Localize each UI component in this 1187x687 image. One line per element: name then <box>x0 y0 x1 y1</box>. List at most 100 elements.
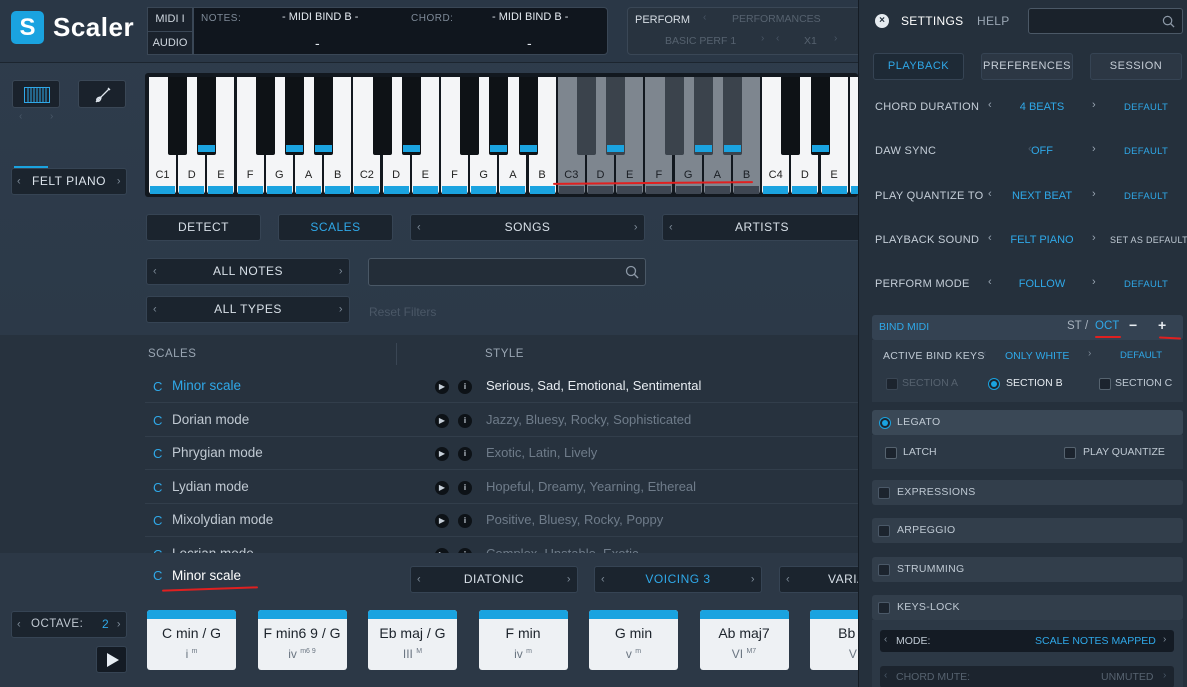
info-icon[interactable]: i <box>458 380 472 394</box>
mode-selector[interactable]: ‹ MODE: SCALE NOTES MAPPED › <box>880 630 1174 652</box>
instrument-selector[interactable]: ‹ FELT PIANO › <box>11 168 127 195</box>
black-key[interactable] <box>372 77 392 155</box>
expressions-checkbox[interactable] <box>878 487 890 499</box>
setting-next-icon[interactable]: › <box>1092 143 1096 155</box>
black-key[interactable] <box>606 77 626 155</box>
info-icon[interactable]: i <box>458 447 472 462</box>
section-c-checkbox[interactable] <box>1099 378 1111 390</box>
setting-next-icon[interactable]: › <box>1092 232 1096 244</box>
chord-pad[interactable]: Eb maj / G III M <box>368 610 457 670</box>
keys-lock-checkbox[interactable] <box>878 602 890 614</box>
latch-checkbox[interactable] <box>885 447 897 459</box>
scale-row[interactable]: C Dorian mode ▶ i Jazzy, Bluesy, Rocky, Soph… <box>145 403 858 437</box>
info-icon[interactable]: i <box>458 480 472 495</box>
black-key[interactable] <box>577 77 596 155</box>
play-scale-icon[interactable]: ▶ <box>435 380 449 394</box>
help-tab[interactable]: HELP <box>977 14 1010 28</box>
voicing-selector[interactable]: ‹ VOICING 3 › <box>594 566 762 593</box>
chord-mute-next-icon[interactable]: › <box>1163 670 1166 681</box>
notes-filter[interactable]: ‹ ALL NOTES › <box>146 258 350 285</box>
voicing-prev-icon[interactable]: ‹ <box>601 567 605 592</box>
bind-st-option[interactable]: ST <box>1067 320 1082 332</box>
basic-perf-label[interactable]: BASIC PERF 1 <box>665 35 736 47</box>
setting-default-button[interactable]: DEFAULT <box>1124 191 1168 202</box>
chord-mute-prev-icon[interactable]: ‹ <box>884 670 887 681</box>
setting-prev-icon[interactable]: ‹ <box>988 276 992 288</box>
settings-title[interactable]: SETTINGS <box>901 14 963 28</box>
arpeggio-section[interactable]: ARPEGGIO <box>872 518 1183 543</box>
setting-default-button[interactable]: DEFAULT <box>1124 146 1168 157</box>
black-key[interactable] <box>664 77 684 155</box>
keys-lock-section[interactable]: KEYS-LOCK <box>872 595 1183 620</box>
black-key[interactable] <box>489 77 509 155</box>
play-scale-icon[interactable]: ▶ <box>435 413 449 428</box>
play-button[interactable] <box>96 646 127 673</box>
tab-midi[interactable]: MIDI I <box>148 8 192 31</box>
view-prev-icon[interactable]: ‹ <box>19 111 22 122</box>
chord-pad[interactable]: Ab maj7 VI M7 <box>699 610 789 670</box>
black-key[interactable] <box>460 77 480 155</box>
setting-value[interactable]: OFF <box>997 145 1087 157</box>
black-key[interactable] <box>197 77 217 155</box>
plus-icon[interactable]: + <box>1158 317 1166 333</box>
scale-search-input[interactable] <box>375 264 615 280</box>
octave-prev-icon[interactable]: ‹ <box>17 612 21 637</box>
active-bind-default[interactable]: DEFAULT <box>1120 350 1162 361</box>
black-key[interactable] <box>810 77 830 155</box>
scale-row[interactable]: C Lydian mode ▶ i Hopeful, Dreamy, Yearning,… <box>145 470 858 504</box>
octave-selector[interactable]: ‹ OCTAVE: 2 › <box>11 611 127 638</box>
arpeggio-checkbox[interactable] <box>878 525 890 537</box>
setting-value[interactable]: 4 BEATS <box>997 101 1087 113</box>
mult-next-icon[interactable]: › <box>834 33 837 44</box>
variation-selector[interactable]: ‹ VARIA <box>779 566 858 593</box>
tab-scales[interactable]: SCALES <box>278 214 393 241</box>
notes-filter-next-icon[interactable]: › <box>339 259 343 284</box>
setting-value[interactable]: NEXT BEAT <box>997 190 1087 202</box>
setting-next-icon[interactable]: › <box>1092 99 1096 111</box>
setting-next-icon[interactable]: › <box>1092 188 1096 200</box>
bind-oct-option[interactable]: OCT <box>1095 320 1119 332</box>
types-filter-next-icon[interactable]: › <box>339 297 343 322</box>
reset-filters-link[interactable]: Reset Filters <box>369 305 436 319</box>
strumming-section[interactable]: STRUMMING <box>872 557 1183 582</box>
black-key[interactable] <box>401 77 421 155</box>
guitar-view-button[interactable] <box>78 80 126 108</box>
basic-perf-next-icon[interactable]: › <box>761 33 764 44</box>
black-key[interactable] <box>781 77 801 155</box>
setting-prev-icon[interactable]: ‹ <box>988 188 992 200</box>
variation-prev-icon[interactable]: ‹ <box>786 567 790 592</box>
minus-icon[interactable]: − <box>1129 317 1137 333</box>
setting-default-button[interactable]: DEFAULT <box>1124 279 1168 290</box>
settings-tab-preferences[interactable]: PREFERENCES <box>981 53 1073 80</box>
black-key[interactable] <box>723 77 742 155</box>
play-scale-icon[interactable]: ▶ <box>435 514 449 529</box>
tab-detect[interactable]: DETECT <box>146 214 261 241</box>
perform-label[interactable]: PERFORM <box>635 14 690 26</box>
notes-filter-prev-icon[interactable]: ‹ <box>153 259 157 284</box>
expressions-section[interactable]: EXPRESSIONS <box>872 480 1183 505</box>
keyboard-view-button[interactable] <box>12 80 60 108</box>
setting-prev-icon[interactable]: ‹ <box>988 232 992 244</box>
settings-search-input[interactable] <box>1034 13 1154 29</box>
diatonic-next-icon[interactable]: › <box>567 567 571 592</box>
voicing-next-icon[interactable]: › <box>751 567 755 592</box>
diatonic-prev-icon[interactable]: ‹ <box>417 567 421 592</box>
black-key[interactable] <box>693 77 713 155</box>
setting-prev-icon[interactable]: ‹ <box>988 99 992 111</box>
active-bind-next-icon[interactable]: › <box>1088 348 1091 359</box>
settings-search[interactable] <box>1028 8 1183 34</box>
settings-tab-session[interactable]: SESSION <box>1090 53 1182 80</box>
chord-pad[interactable]: F min6 9 / G iv m6 9 <box>257 610 347 670</box>
info-icon[interactable]: i <box>458 413 472 428</box>
setting-value[interactable]: FOLLOW <box>997 278 1087 290</box>
piano-keyboard[interactable]: C1DEFGABC2DEFGABC3DEFGABC4DEF <box>145 73 858 197</box>
tab-songs[interactable]: ‹ SONGS › <box>410 214 645 241</box>
play-scale-icon[interactable]: ▶ <box>435 480 449 495</box>
octave-next-icon[interactable]: › <box>117 612 121 637</box>
mode-next-icon[interactable]: › <box>1163 634 1166 645</box>
scale-row[interactable]: C Phrygian mode ▶ i Exotic, Latin, Lively <box>145 436 858 471</box>
white-key[interactable]: F <box>849 77 858 194</box>
setting-default-button[interactable]: SET AS DEFAULT <box>1110 235 1187 245</box>
perf-prev-icon[interactable]: ‹ <box>703 12 706 23</box>
chord-pad[interactable]: Bb m VI <box>810 610 858 670</box>
